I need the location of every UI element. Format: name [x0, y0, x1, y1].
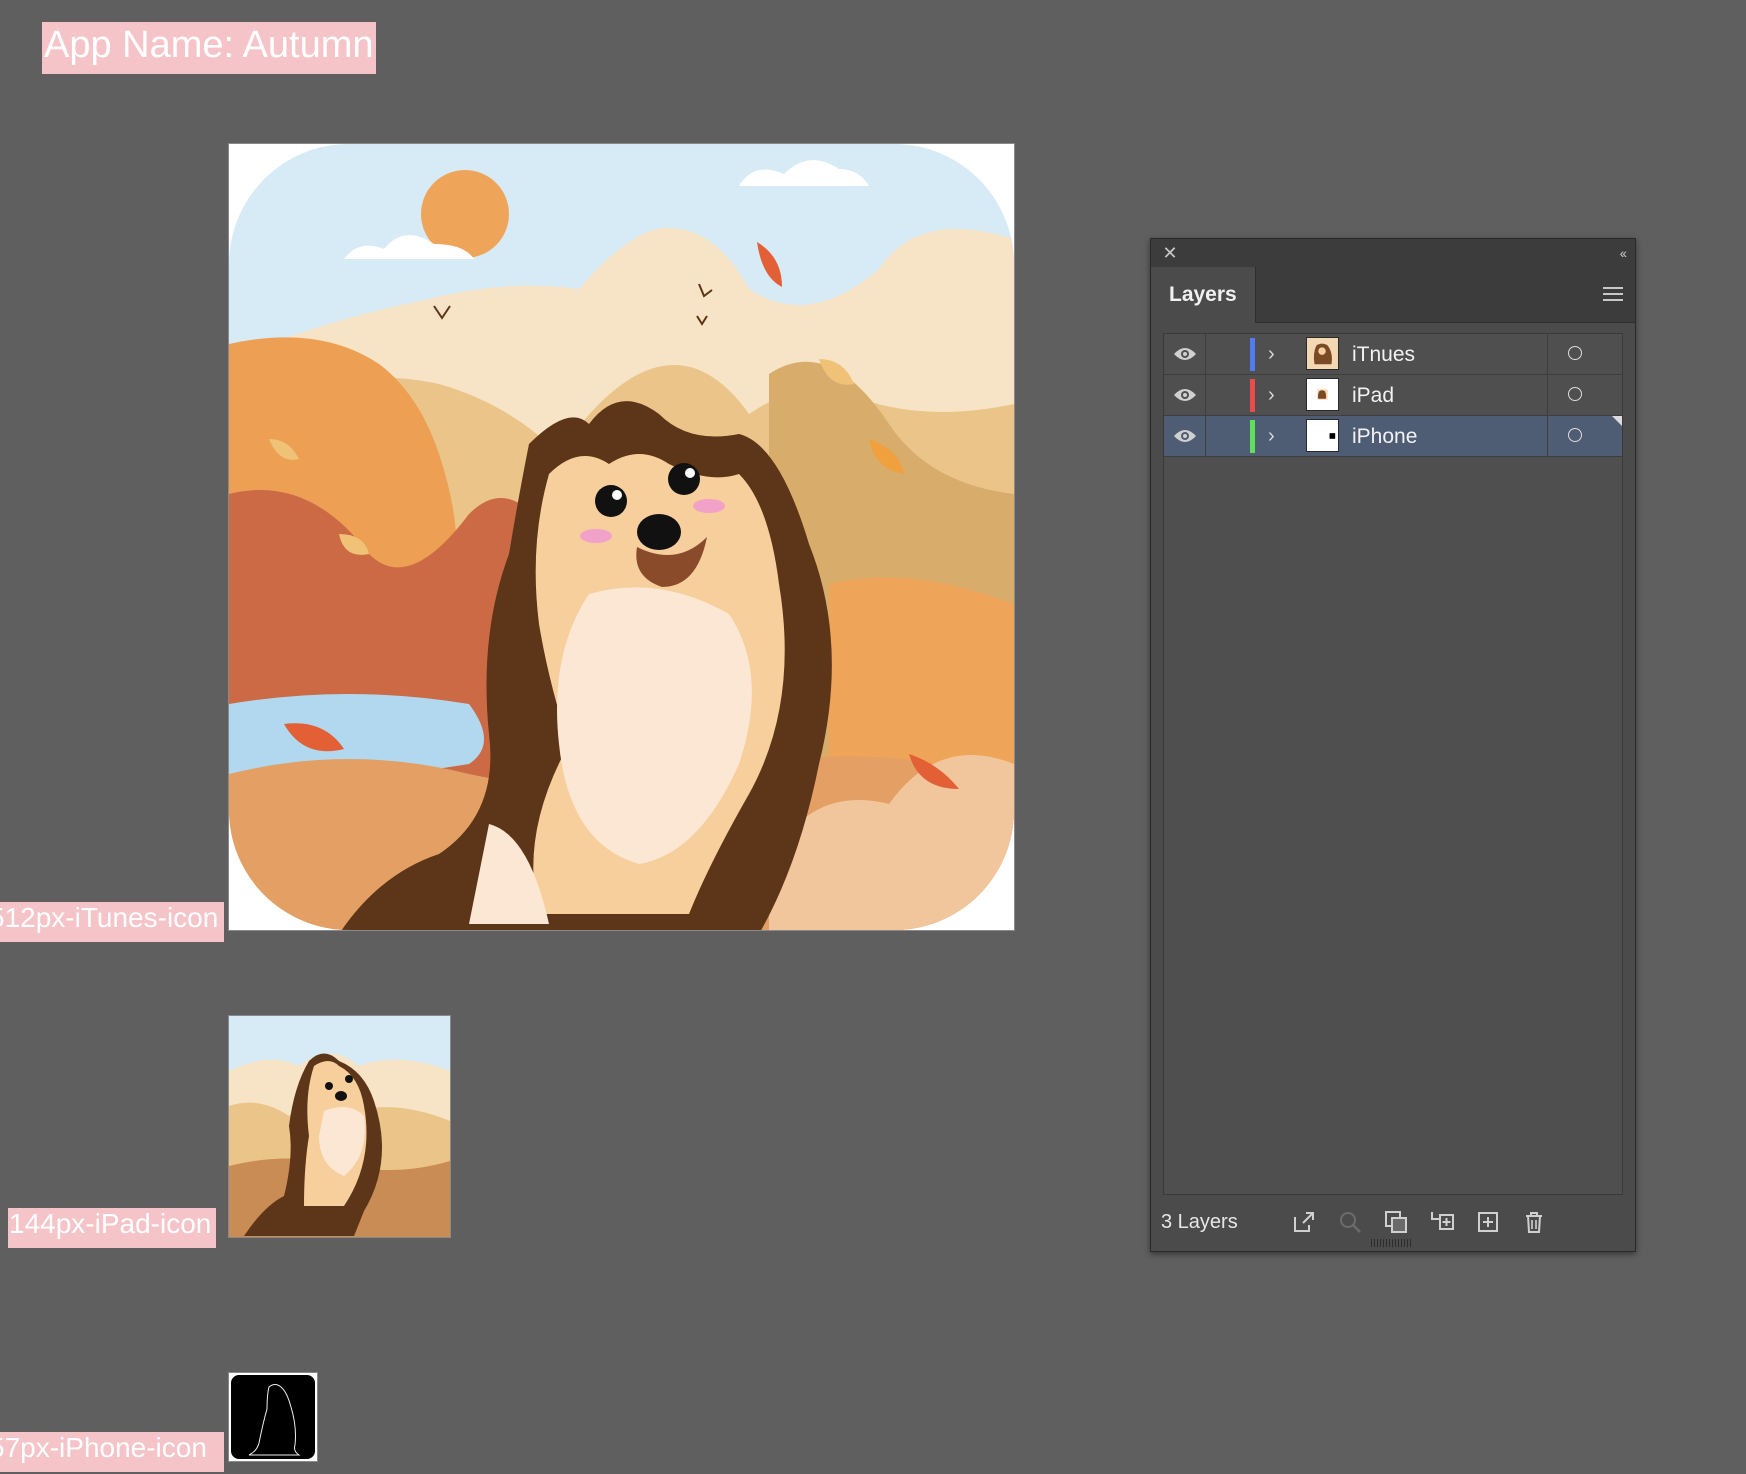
iphone-artwork: [231, 1375, 315, 1459]
ipad-artboard[interactable]: [228, 1015, 451, 1238]
layer-color-swatch: [1250, 379, 1255, 412]
ipad-artboard-label: 144px-iPad-icon: [8, 1208, 216, 1248]
column-divider: [1547, 416, 1548, 456]
panel-title-bar: ✕ ‹‹: [1151, 239, 1635, 267]
column-divider: [1547, 375, 1548, 415]
resize-grip-icon[interactable]: [1371, 1239, 1411, 1247]
iphone-artboard[interactable]: [228, 1372, 318, 1462]
layer-count: 3 Layers: [1161, 1211, 1238, 1233]
visibility-eye-icon[interactable]: [1172, 343, 1198, 365]
tab-layers-label: Layers: [1169, 283, 1237, 306]
layer-row-ipad[interactable]: › iPad: [1164, 375, 1622, 416]
panel-tab-bar: Layers: [1151, 267, 1635, 323]
column-divider: [1205, 334, 1206, 374]
target-circle-icon[interactable]: [1568, 346, 1582, 360]
selected-indicator-icon: [1612, 416, 1622, 426]
target-circle-icon[interactable]: [1568, 387, 1582, 401]
column-divider: [1205, 416, 1206, 456]
chevron-right-icon[interactable]: ›: [1268, 425, 1275, 447]
new-sublayer-icon[interactable]: [1429, 1209, 1455, 1235]
make-clipping-mask-icon[interactable]: [1383, 1209, 1409, 1235]
itunes-artboard[interactable]: [228, 143, 1015, 931]
layer-thumbnail: [1306, 337, 1339, 370]
target-circle-icon[interactable]: [1568, 428, 1582, 442]
app-name-label: App Name: Autumn: [42, 22, 376, 74]
itunes-artwork: [229, 144, 1014, 930]
chevron-right-icon[interactable]: ›: [1268, 343, 1275, 365]
iphone-artboard-label: 57px-iPhone-icon: [0, 1432, 224, 1472]
tab-layers[interactable]: Layers: [1151, 267, 1256, 323]
close-icon[interactable]: ✕: [1161, 244, 1179, 262]
layer-name[interactable]: iTnues: [1352, 343, 1415, 367]
layers-panel: ✕ ‹‹ Layers › iTnues › iPad › iPhone 3 L…: [1150, 238, 1636, 1252]
double-chevron-left-icon[interactable]: ‹‹: [1620, 244, 1627, 262]
column-divider: [1547, 334, 1548, 374]
layers-list: › iTnues › iPad › iPhone: [1163, 333, 1623, 1195]
layer-thumbnail: [1306, 378, 1339, 411]
visibility-eye-icon[interactable]: [1172, 425, 1198, 447]
ipad-artwork: [229, 1016, 450, 1237]
layer-color-swatch: [1250, 420, 1255, 453]
layer-row-itnues[interactable]: › iTnues: [1164, 334, 1622, 375]
layer-thumbnail: [1306, 419, 1339, 452]
chevron-right-icon[interactable]: ›: [1268, 384, 1275, 406]
new-layer-icon[interactable]: [1475, 1209, 1501, 1235]
column-divider: [1205, 375, 1206, 415]
itunes-artboard-label: 512px-iTunes-icon: [0, 902, 224, 942]
locate-object-icon[interactable]: [1337, 1209, 1363, 1235]
layer-row-iphone[interactable]: › iPhone: [1164, 416, 1622, 457]
visibility-eye-icon[interactable]: [1172, 384, 1198, 406]
export-icon[interactable]: [1291, 1209, 1317, 1235]
layer-name[interactable]: iPhone: [1352, 425, 1417, 449]
panel-menu-icon[interactable]: [1603, 287, 1623, 303]
trash-icon[interactable]: [1521, 1209, 1547, 1235]
layer-color-swatch: [1250, 338, 1255, 371]
layer-name[interactable]: iPad: [1352, 384, 1394, 408]
